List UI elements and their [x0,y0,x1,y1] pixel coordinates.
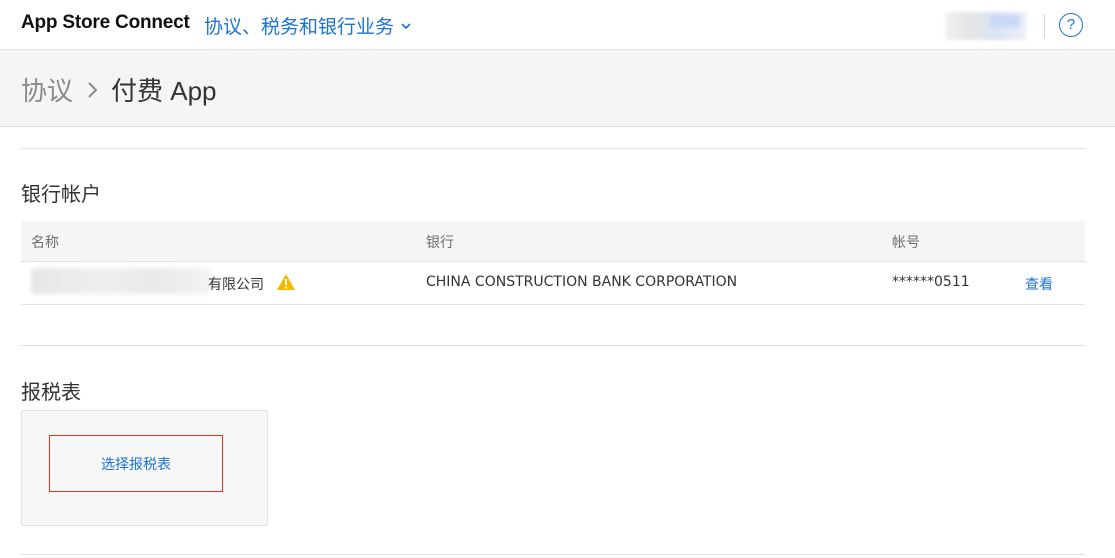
breadcrumb: 协议 付费 App [21,71,217,108]
table-header: 名称 银行 帐号 [21,221,1085,261]
tax-form-card: 选择报税表 [21,410,268,526]
page-header: 协议 付费 App [0,50,1115,127]
view-account-link[interactable]: 查看 [1025,274,1053,294]
warning-icon[interactable] [276,273,296,291]
help-icon[interactable]: ? [1059,13,1083,37]
company-name-suffix: 有限公司 [208,277,264,293]
nav-divider [1044,14,1045,38]
divider [21,345,1085,346]
column-header-name: 名称 [31,235,59,251]
breadcrumb-parent-link[interactable]: 协议 [21,71,73,108]
bank-name: CHINA CONSTRUCTION BANK CORPORATION [426,274,738,290]
page-title: 付费 App [111,76,217,106]
app-brand[interactable]: App Store Connect [21,12,190,34]
column-header-account: 帐号 [892,235,920,251]
bank-accounts-table: 名称 银行 帐号 有限公司 CHINA CONSTRUCTION BANK CO… [21,221,1085,305]
chevron-down-icon [401,22,411,29]
chevron-right-icon [88,81,98,98]
top-nav: App Store Connect 协议、税务和银行业务 ? [0,0,1115,50]
column-header-bank: 银行 [426,235,454,251]
divider [21,148,1085,149]
account-number: ******0511 [892,274,970,290]
divider [21,554,1085,555]
redacted-company-name [31,268,211,294]
table-row: 有限公司 CHINA CONSTRUCTION BANK CORPORATION… [21,261,1085,305]
choose-tax-form-button[interactable]: 选择报税表 [49,435,223,492]
section-menu[interactable]: 协议、税务和银行业务 [204,12,412,39]
section-menu-label: 协议、税务和银行业务 [204,16,395,38]
bank-accounts-title: 银行帐户 [21,184,101,206]
account-menu-redacted[interactable] [945,12,1027,40]
tax-forms-title: 报税表 [21,382,81,404]
